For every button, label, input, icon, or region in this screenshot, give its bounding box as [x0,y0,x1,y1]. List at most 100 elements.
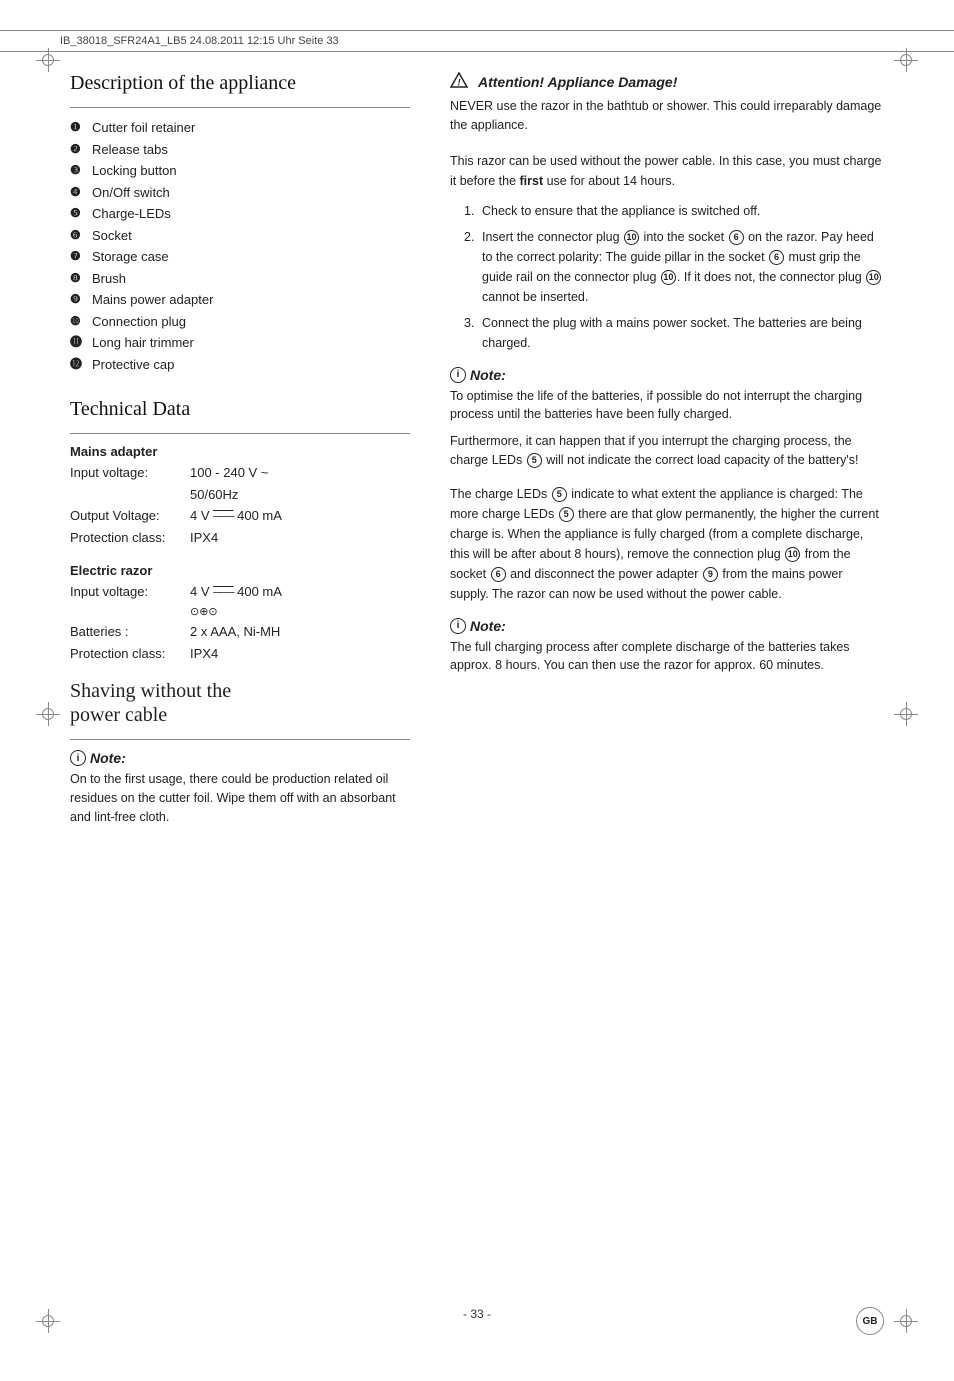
note-label-1: Note: [470,367,506,383]
list-item: ❽ Brush [70,269,410,289]
header-bar: IB_38018_SFR24A1_LB5 24.08.2011 12:15 Uh… [0,30,954,52]
attention-header: ! Attention! Appliance Damage! [450,72,884,91]
batteries-label: Batteries : [70,622,190,642]
electric-razor-section: Electric razor Input voltage: 4 V ─── 40… [70,563,410,663]
circled-6: 6 [729,230,744,245]
reg-mark-top-right [894,48,918,72]
reg-mark-top-left [36,48,60,72]
item-number: ⓬ [70,355,92,373]
item-number: ❿ [70,312,92,330]
input-voltage-row2: 50/60Hz [70,485,410,505]
content-area: Description of the appliance ❶ Cutter fo… [0,52,954,900]
item-label: Protective cap [92,355,174,375]
svg-text:!: ! [458,78,461,88]
file-info: IB_38018_SFR24A1_LB5 24.08.2011 12:15 Uh… [60,35,339,47]
item-number: ❼ [70,247,92,265]
note-icon: i [70,750,86,766]
list-item: ❶ Cutter foil retainer [70,118,410,138]
attention-title: Attention! Appliance Damage! [478,74,677,90]
electric-razor-title: Electric razor [70,563,410,578]
shaving-section: Shaving without the power cable i Note: … [70,679,410,826]
list-item: ❷ Release tabs [70,140,410,160]
item-number: ❾ [70,290,92,308]
note-text-1b: Furthermore, it can happen that if you i… [450,432,884,470]
step-2: Insert the connector plug 10 into the so… [464,227,884,307]
right-column: ! Attention! Appliance Damage! NEVER use… [450,72,884,840]
circled-9: 9 [703,567,718,582]
list-item: ❸ Locking button [70,161,410,181]
item-label: Release tabs [92,140,168,160]
item-number: ❶ [70,118,92,136]
item-label: On/Off switch [92,183,170,203]
note-block-1: i Note: To optimise the life of the batt… [450,367,884,470]
item-label: Socket [92,226,132,246]
description-divider [70,107,410,108]
input-voltage-label: Input voltage: [70,463,190,483]
razor-input-row: Input voltage: 4 V ─── 400 mA [70,582,410,602]
battery-symbol-row: ⊙⊕⊙ [70,604,410,621]
list-item: ❺ Charge-LEDs [70,204,410,224]
shaving-title: Shaving without the power cable [70,679,410,727]
note-header: i Note: [70,750,410,766]
list-item: ❾ Mains power adapter [70,290,410,310]
item-number: ❻ [70,226,92,244]
warning-triangle-icon: ! [450,72,468,91]
note-header-2: i Note: [450,618,884,634]
protection-class-label: Protection class: [70,528,190,548]
technical-section: Mains adapter Input voltage: 100 - 240 V… [70,444,410,663]
item-label: Brush [92,269,126,289]
list-item: ❻ Socket [70,226,410,246]
body-text-2: The charge LEDs 5 indicate to what exten… [450,484,884,604]
step-3: Connect the plug with a mains power sock… [464,313,884,353]
spacer2 [70,604,190,621]
spacer [70,485,190,505]
steps-list: Check to ensure that the appliance is sw… [450,201,884,353]
page-container: IB_38018_SFR24A1_LB5 24.08.2011 12:15 Uh… [0,30,954,1381]
item-number: ❽ [70,269,92,287]
item-label: Cutter foil retainer [92,118,195,138]
left-column: Description of the appliance ❶ Cutter fo… [70,72,410,840]
item-label: Storage case [92,247,169,267]
list-item: ❼ Storage case [70,247,410,267]
circled-10c: 10 [866,270,881,285]
attention-block: ! Attention! Appliance Damage! NEVER use… [450,72,884,135]
output-voltage-label: Output Voltage: [70,506,190,526]
razor-protection-row: Protection class: IPX4 [70,644,410,664]
protection-class-row: Protection class: IPX4 [70,528,410,548]
output-voltage-value: 4 V ─── 400 mA [190,506,282,526]
list-item: ❹ On/Off switch [70,183,410,203]
reg-mark-mid-right [894,702,918,726]
circled-10: 10 [624,230,639,245]
attention-text: NEVER use the razor in the bathtub or sh… [450,97,884,135]
razor-protection-label: Protection class: [70,644,190,664]
item-label: Long hair trimmer [92,333,194,353]
input-voltage-value: 100 - 240 V ~ [190,463,268,483]
batteries-value: 2 x AAA, Ni-MH [190,622,280,642]
description-title: Description of the appliance [70,72,410,95]
razor-protection-value: IPX4 [190,644,218,664]
body-text-1: This razor can be used without the power… [450,151,884,191]
note-icon-1: i [450,367,466,383]
reg-mark-mid-left [36,702,60,726]
page-footer: - 33 - GB [0,1307,954,1321]
circled-10b: 10 [661,270,676,285]
shaving-note: i Note: On to the first usage, there cou… [70,750,410,826]
list-item: ❿ Connection plug [70,312,410,332]
protection-class-value: IPX4 [190,528,218,548]
item-number: ❸ [70,161,92,179]
item-label: Connection plug [92,312,186,332]
technical-divider [70,433,410,434]
item-number: ❹ [70,183,92,201]
note-label-2: Note: [470,618,506,634]
technical-title: Technical Data [70,398,410,421]
razor-input-label: Input voltage: [70,582,190,602]
note-block-2: i Note: The full charging process after … [450,618,884,676]
item-label: Mains power adapter [92,290,213,310]
circled-5: 5 [527,453,542,468]
batteries-row: Batteries : 2 x AAA, Ni-MH [70,622,410,642]
description-list: ❶ Cutter foil retainer ❷ Release tabs ❸ … [70,118,410,374]
note-header-1: i Note: [450,367,884,383]
circled-5c: 5 [559,507,574,522]
razor-input-value: 4 V ─── 400 mA [190,582,282,602]
input-voltage-row: Input voltage: 100 - 240 V ~ [70,463,410,483]
